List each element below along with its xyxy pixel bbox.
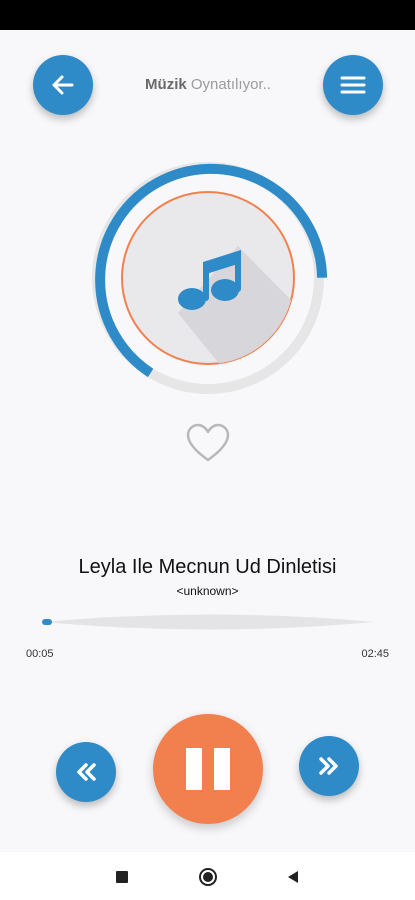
total-time: 02:45 [361,648,389,660]
favorite-button[interactable] [184,420,232,468]
heart-outline-icon [186,423,230,462]
seek-graphic [42,614,374,630]
track-title: Leyla Ile Mecnun Ud Dinletisi [78,556,337,578]
system-nav-bar [0,852,415,900]
nav-back-button[interactable] [282,866,304,888]
arrow-left-icon [52,75,74,95]
circle-icon [199,868,217,886]
status-bar [0,0,415,30]
pause-button[interactable] [153,714,263,824]
square-icon [116,871,128,883]
rewind-button[interactable] [56,742,116,802]
back-button[interactable] [33,55,93,115]
page-title: Müzik Oynatılıyor.. [100,76,316,93]
seek-track [44,614,374,630]
fast-forward-button[interactable] [299,736,359,796]
current-time: 00:05 [26,648,54,660]
pause-icon [186,748,230,790]
hamburger-menu-icon [340,76,366,94]
page-title-bold: Müzik [145,76,187,93]
page-title-light: Oynatılıyor.. [190,76,271,93]
track-artist: <unknown> [176,584,239,598]
album-art-disc [88,158,328,398]
nav-home-button[interactable] [197,866,219,888]
seek-slider[interactable] [42,611,376,633]
menu-button[interactable] [323,55,383,115]
double-chevron-left-icon [77,763,96,781]
seek-progress [42,619,52,625]
double-chevron-right-icon [319,757,338,775]
nav-recents-button[interactable] [111,866,133,888]
disc-graphic [92,162,328,394]
triangle-back-icon [288,871,298,883]
